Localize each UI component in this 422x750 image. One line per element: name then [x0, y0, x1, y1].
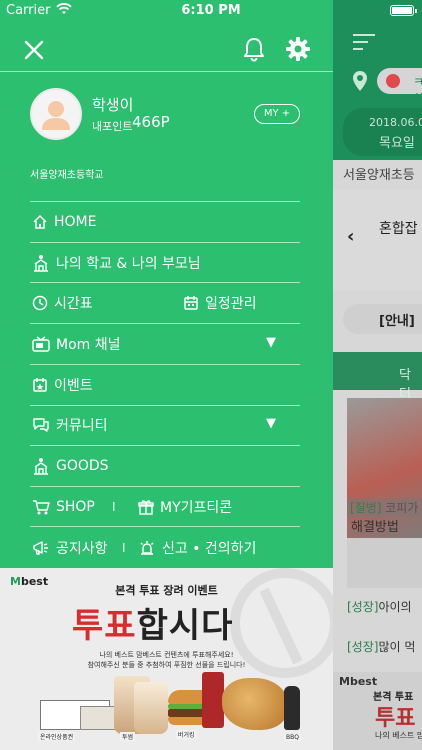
menu-divider — [30, 201, 300, 202]
gear-icon[interactable] — [285, 36, 311, 62]
bg-list-item: [성장]아이의 — [347, 600, 412, 614]
prize-label: 버거킹 — [176, 730, 197, 739]
clock-time: 6:10 PM — [181, 3, 241, 18]
menu-item-label: 일정관리 — [205, 296, 257, 312]
menu-divider — [30, 364, 300, 365]
menu-item-timetable[interactable]: 시간표 — [32, 292, 93, 314]
prize-label: 온라인상품권 — [38, 732, 76, 741]
bg-banner-logo: Mbest — [339, 675, 378, 688]
menu-item-label: GOODS — [56, 458, 109, 474]
menu-item-label: 나의 학교 & 나의 부모님 — [56, 256, 201, 272]
point-label: 내포인트 — [92, 120, 133, 133]
menu-item-label: SHOP — [56, 499, 95, 515]
user-name: 학생이 — [92, 96, 134, 114]
bg-search-dot — [386, 74, 400, 88]
menu-item-label: MY기프티콘 — [160, 500, 233, 516]
banner-headline: 투표합시다 — [72, 606, 234, 646]
menu-item-my-school[interactable]: 나의 학교 & 나의 부모님 — [32, 252, 201, 274]
menu-divider — [30, 405, 300, 406]
home-icon — [33, 214, 47, 229]
bg-banner-sub: 나의 베스트 맘 — [375, 731, 422, 740]
siren-icon — [140, 541, 154, 555]
banner-event-title: 본격 투표 장려 이벤트 — [115, 584, 218, 597]
clock-icon — [32, 295, 48, 311]
menu-separator: I — [112, 500, 116, 514]
bg-banner-headline: 투표 — [375, 706, 416, 731]
menu-item-mom-channel[interactable]: Mom 채널 — [32, 333, 121, 355]
bg-school-name: 서울양재초등 — [343, 168, 415, 183]
menu-item-label: 커뮤니티 — [56, 418, 108, 434]
menu-item-schedule[interactable]: 일정관리 — [183, 292, 257, 314]
hamburger-icon — [353, 34, 375, 50]
chevron-down-icon[interactable]: ▼ — [266, 416, 276, 431]
back-arrow-icon: ‹ — [347, 226, 355, 247]
banner-description: 나의 베스트 맘베스트 컨텐츠에 투표해주세요! — [99, 651, 234, 659]
event-banner[interactable]: Mbest 본격 투표 장려 이벤트 투표합시다 나의 베스트 맘베스트 컨텐츠… — [0, 568, 333, 750]
drink-cup-image — [134, 682, 168, 734]
avatar[interactable] — [30, 88, 82, 140]
menu-item-label: 신고 • 건의하기 — [162, 541, 257, 557]
bg-title: 혼합잡 — [379, 221, 418, 237]
menu-item-label: 시간표 — [54, 296, 93, 312]
menu-divider — [30, 486, 300, 487]
close-icon[interactable] — [22, 38, 46, 62]
gift-card-image — [80, 706, 118, 730]
my-page-button[interactable]: MY + — [254, 104, 300, 124]
menu-item-label: 공지사항 — [56, 541, 108, 557]
bottle-image — [284, 686, 300, 730]
banner-description: 참여해주신 분들 중 추첨하여 푸짐한 선물을 드립니다! — [87, 661, 246, 669]
menu-divider — [30, 323, 300, 324]
menu-item-shop[interactable]: SHOP — [32, 496, 95, 518]
location-pin-icon — [351, 70, 369, 92]
bg-date-box: 2018.06.0 목요일 — [343, 108, 422, 156]
chat-icon — [33, 418, 49, 432]
menu-divider — [30, 242, 300, 243]
event-icon — [33, 378, 47, 392]
bg-card-tag: [질병] 코피가 — [347, 498, 422, 517]
chevron-down-icon[interactable]: ▼ — [266, 335, 276, 350]
bell-icon[interactable] — [242, 36, 266, 62]
menu-divider — [30, 445, 300, 446]
menu-separator: I — [122, 541, 126, 555]
point-value: 466P — [132, 113, 170, 131]
bg-notice-pill: [안내] — [343, 304, 422, 334]
school-name: 서울양재초등학교 — [30, 170, 104, 181]
drawer-top-bar — [0, 22, 333, 72]
menu-item-gifticon[interactable]: MY기프티콘 — [138, 496, 232, 518]
bg-list-item: [성장]많이 먹 — [347, 640, 416, 654]
battery-icon — [390, 5, 417, 16]
background-screen: ㅋ 화 2018.06.0 목요일 서울양재초등 ‹ 혼합잡 [안내] 닥터 [… — [333, 0, 422, 750]
menu-item-report[interactable]: 신고 • 건의하기 — [138, 537, 256, 559]
prize-label: 투썸 — [120, 732, 136, 741]
fried-chicken-image — [222, 678, 288, 730]
goods-icon — [34, 458, 48, 475]
menu-divider — [30, 282, 300, 283]
bg-card-title: 해결방법 — [351, 520, 399, 535]
menu-item-community[interactable]: 커뮤니티 — [32, 414, 108, 436]
menu-item-goods[interactable]: GOODS — [32, 455, 109, 477]
bg-weekday: 목요일 — [379, 136, 415, 151]
calendar-icon — [184, 296, 198, 310]
cart-icon — [33, 500, 50, 515]
menu-item-label: Mom 채널 — [56, 337, 121, 353]
prize-label: BBQ — [284, 734, 301, 741]
tv-icon — [32, 336, 50, 352]
menu-item-label: 이벤트 — [54, 378, 93, 394]
gift-icon — [138, 500, 154, 515]
bg-date: 2018.06.0 — [369, 116, 422, 129]
cola-cup-image — [202, 672, 224, 728]
status-bar: Carrier 6:10 PM — [0, 0, 422, 22]
menu-item-notice[interactable]: 공지사항 — [32, 537, 108, 559]
menu-item-event[interactable]: 이벤트 — [32, 374, 93, 396]
menu-divider — [30, 526, 300, 527]
school-icon — [34, 255, 48, 272]
megaphone-icon — [33, 541, 48, 555]
bg-tab: 닥터 — [333, 352, 422, 402]
menu-item-home[interactable]: HOME — [32, 211, 96, 233]
side-drawer: 학생이 내포인트 466P MY + 서울양재초등학교 HOME 나의 학교 &… — [0, 0, 333, 750]
menu-item-label: HOME — [54, 214, 97, 230]
